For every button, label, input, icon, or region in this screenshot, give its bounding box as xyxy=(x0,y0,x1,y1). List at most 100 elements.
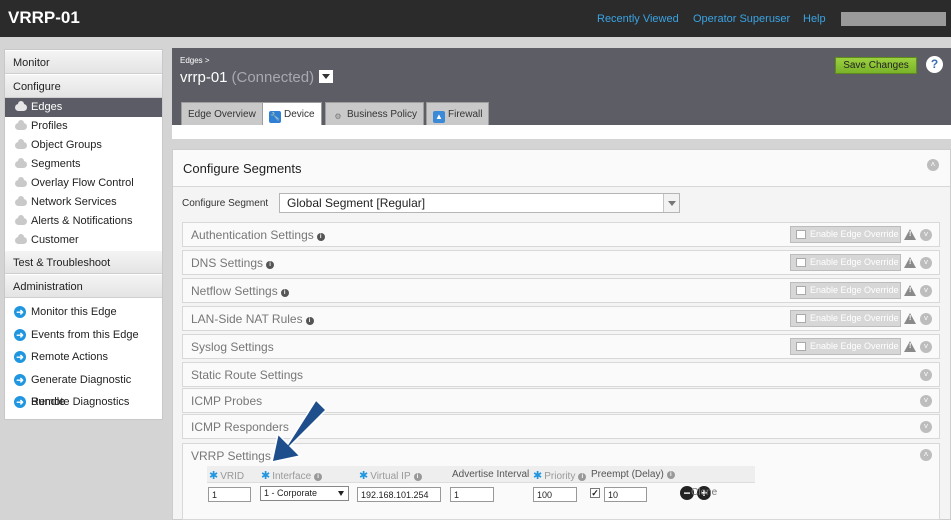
vrrp-title: VRRP Settings xyxy=(191,449,271,463)
interface-select[interactable]: 1 - Corporate xyxy=(260,486,349,501)
segment-selector-row: Configure Segment Global Segment [Regula… xyxy=(182,193,942,215)
info-icon[interactable]: i xyxy=(314,473,323,481)
info-icon[interactable]: i xyxy=(280,289,289,297)
info-icon[interactable]: i xyxy=(305,317,314,325)
sidebar-admin-events-from-this-edge[interactable]: ➜ Events from this Edge xyxy=(5,324,162,347)
sidebar-section-test-troubleshoot[interactable]: Test & Troubleshoot xyxy=(5,250,162,274)
tab-bar: Edge Overview 🔧 Device ⚙ Business Policy ▲… xyxy=(172,100,951,125)
chevron-down-icon[interactable] xyxy=(663,194,679,212)
tab-business-policy[interactable]: ⚙ Business Policy xyxy=(325,102,425,125)
enable-edge-override-toggle[interactable]: Enable Edge Override xyxy=(790,338,901,355)
expand-chevron-icon[interactable]: ˅ xyxy=(920,341,932,353)
sidebar-item-customer[interactable]: Customer xyxy=(5,231,162,250)
info-icon[interactable]: i xyxy=(413,473,422,481)
info-icon[interactable]: i xyxy=(316,233,325,241)
tab-firewall[interactable]: ▲ Firewall xyxy=(426,102,490,125)
override-checkbox[interactable] xyxy=(796,286,806,295)
preempt-checkbox[interactable]: ✓ xyxy=(590,488,600,498)
expand-chevron-icon[interactable]: ˅ xyxy=(920,313,932,325)
override-checkbox[interactable] xyxy=(796,258,806,267)
override-checkbox[interactable] xyxy=(796,230,806,239)
sidebar-item-label: Object Groups xyxy=(31,139,102,151)
ribbon-icon: ⚙ xyxy=(334,112,342,121)
settings-row-label: Static Route Settings xyxy=(191,368,303,382)
enable-edge-override-toggle[interactable]: Enable Edge Override xyxy=(790,254,901,271)
preempt-delay-input[interactable] xyxy=(604,487,647,502)
sidebar-item-label: Profiles xyxy=(31,120,68,132)
sidebar-item-edges[interactable]: Edges xyxy=(5,98,162,117)
override-checkbox[interactable] xyxy=(796,314,806,323)
sidebar-item-alerts-notifications[interactable]: Alerts & Notifications xyxy=(5,212,162,231)
enable-edge-override-toggle[interactable]: Enable Edge Override xyxy=(790,282,901,299)
sidebar-section-administration[interactable]: Administration xyxy=(5,274,162,298)
user-menu-link[interactable]: Operator Superuser xyxy=(693,13,790,25)
settings-row-lan-side-nat-rules[interactable]: LAN-Side NAT Rulesi Enable Edge Override ˅ xyxy=(182,306,940,331)
info-icon[interactable]: i xyxy=(266,261,275,269)
sidebar-item-overlay-flow-control[interactable]: Overlay Flow Control xyxy=(5,174,162,193)
vrrp-table: ✱ VRID ✱ Interface i ✱ Virtual IP i Advertise… xyxy=(207,466,755,506)
settings-row-syslog-settings[interactable]: Syslog Settings Enable Edge Override ˅ xyxy=(182,334,940,359)
settings-row-label: ICMP Responders xyxy=(191,420,289,434)
cloud-icon xyxy=(15,139,27,149)
recently-viewed-link[interactable]: Recently Viewed xyxy=(597,13,679,25)
arrow-right-circle-icon: ➜ xyxy=(14,396,26,408)
preempt-header: Preempt (Delay) i xyxy=(591,469,675,480)
settings-row-authentication-settings[interactable]: Authentication Settings i Enable Edge Over… xyxy=(182,222,940,247)
settings-row-label: DNS Settings i xyxy=(191,256,275,270)
collapse-chevron-icon[interactable]: ˄ xyxy=(927,159,939,171)
advertise-interval-input[interactable] xyxy=(450,487,494,502)
settings-row-icmp-responders[interactable]: ICMP Responders ˅ xyxy=(182,414,940,439)
vrid-input[interactable] xyxy=(208,487,251,502)
settings-row-dns-settings[interactable]: DNS Settingsi Enable Edge Override ˅ xyxy=(182,250,940,275)
expand-chevron-icon[interactable]: ˅ xyxy=(920,285,932,297)
clone-link[interactable]: Clone xyxy=(691,487,717,498)
sidebar-item-label: Events from this Edge xyxy=(31,328,139,341)
enable-edge-override-toggle[interactable]: Enable Edge Override xyxy=(790,226,901,243)
segment-select[interactable]: Global Segment [Regular] xyxy=(279,193,680,213)
help-link[interactable]: Help xyxy=(803,13,826,25)
override-label: Enable Edge Override xyxy=(810,229,899,239)
settings-row-netflow-settings[interactable]: Netflow Settingsi Enable Edge Override ˅ xyxy=(182,278,940,303)
breadcrumb[interactable]: Edges > xyxy=(180,56,210,65)
info-icon[interactable]: i xyxy=(578,473,587,481)
top-bar: VRRP-01 Recently Viewed Operator Superus… xyxy=(0,0,951,37)
tab-device[interactable]: 🔧 Device xyxy=(262,102,322,125)
collapse-chevron-icon[interactable]: ˄ xyxy=(920,449,932,461)
breadcrumb-edges[interactable]: Edges xyxy=(180,56,203,65)
vrrp-settings-section: VRRP Settings ˄ ✱ VRID ✱ Interface i ✱ Virtu… xyxy=(182,443,940,520)
priority-input[interactable] xyxy=(533,487,577,502)
sidebar-item-profiles[interactable]: Profiles xyxy=(5,117,162,136)
virtual-ip-header-text: Virtual IP xyxy=(370,471,411,482)
sidebar-admin-generate-diagnostic-bundle[interactable]: ➜ Generate Diagnostic Bundle xyxy=(5,369,162,408)
sidebar-item-network-services[interactable]: Network Services xyxy=(5,193,162,212)
settings-row-static-route-settings[interactable]: Static Route Settings ˅ xyxy=(182,362,940,387)
sidebar-item-segments[interactable]: Segments xyxy=(5,155,162,174)
sidebar-item-label: Segments xyxy=(31,158,81,170)
help-icon[interactable]: ? xyxy=(926,56,943,73)
edge-select-dropdown-icon[interactable] xyxy=(319,70,334,83)
sidebar-item-object-groups[interactable]: Object Groups xyxy=(5,136,162,155)
enable-edge-override-toggle[interactable]: Enable Edge Override xyxy=(790,310,901,327)
expand-chevron-icon[interactable]: ˅ xyxy=(920,395,932,407)
sidebar-admin-remote-actions[interactable]: ➜ Remote Actions xyxy=(5,346,162,369)
override-label: Enable Edge Override xyxy=(810,285,899,295)
user-info-box[interactable] xyxy=(841,12,946,26)
tab-edge-overview[interactable]: Edge Overview xyxy=(181,102,263,125)
expand-chevron-icon[interactable]: ˅ xyxy=(920,257,932,269)
settings-row-icmp-probes[interactable]: ICMP Probes ˅ xyxy=(182,388,940,413)
expand-chevron-icon[interactable]: ˅ xyxy=(920,421,932,433)
virtual-ip-input[interactable] xyxy=(357,487,441,502)
expand-chevron-icon[interactable]: ˅ xyxy=(920,229,932,241)
settings-row-label-text: DNS Settings xyxy=(191,256,264,270)
panel-title-text: Configure Segments xyxy=(183,161,302,176)
info-icon[interactable]: i xyxy=(666,471,675,479)
priority-header-text: Priority xyxy=(544,471,576,482)
sidebar-section-monitor[interactable]: Monitor xyxy=(5,50,162,74)
expand-chevron-icon[interactable]: ˅ xyxy=(920,369,932,381)
sidebar-admin-remote-diagnostics[interactable]: ➜ Remote Diagnostics xyxy=(5,391,162,414)
sidebar-admin-monitor-this-edge[interactable]: ➜ Monitor this Edge xyxy=(5,301,162,324)
sidebar-section-configure[interactable]: Configure xyxy=(5,74,162,98)
save-changes-button[interactable]: Save Changes xyxy=(835,57,917,74)
override-checkbox[interactable] xyxy=(796,342,806,351)
sidebar-item-label: Alerts & Notifications xyxy=(31,215,133,227)
